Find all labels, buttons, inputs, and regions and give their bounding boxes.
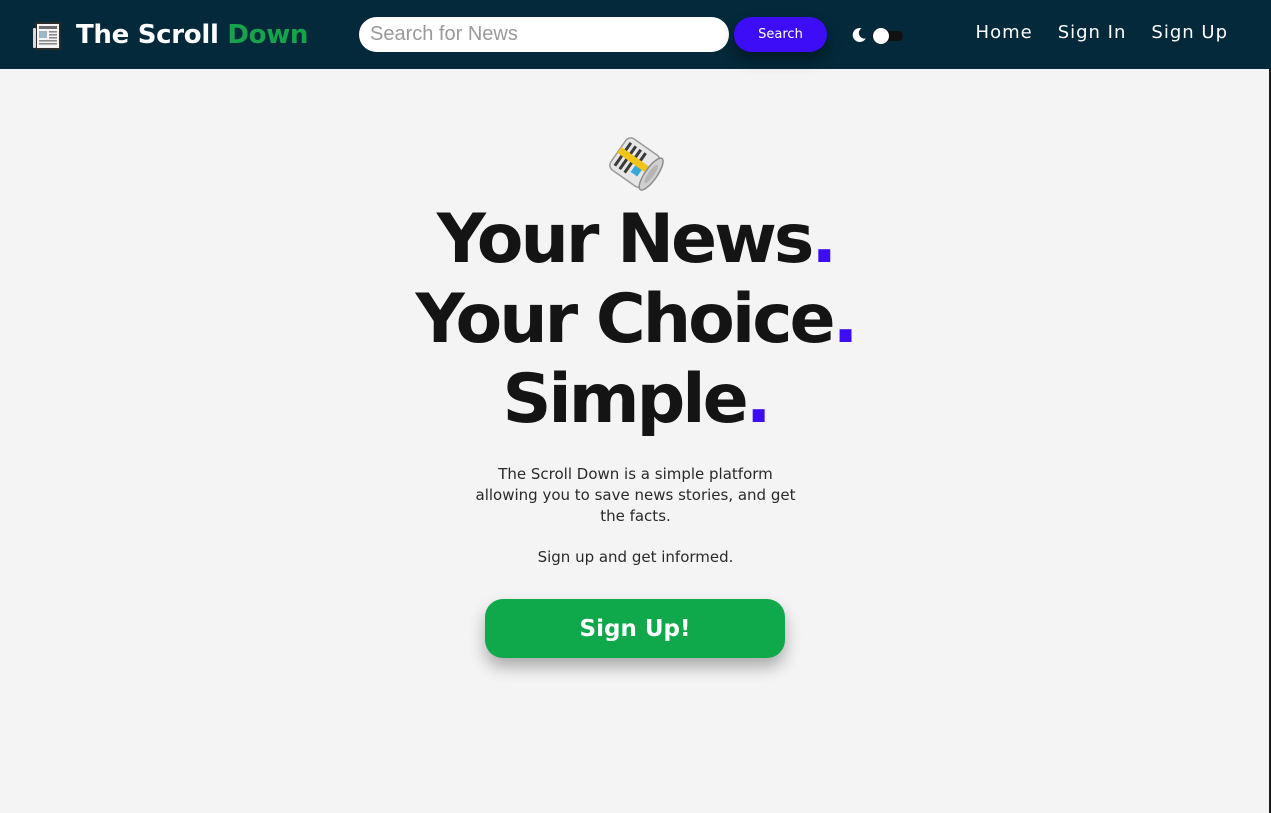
headline-line-2: Your Choice. — [0, 280, 1271, 360]
headline-line-1: Your News. — [0, 200, 1271, 280]
newspaper-icon — [33, 21, 61, 50]
headline-dot: . — [811, 200, 837, 279]
search-input[interactable] — [359, 17, 729, 52]
headline-line-3: Simple. — [0, 360, 1271, 440]
brand-title: The Scroll Down — [76, 20, 308, 50]
hero-description: The Scroll Down is a simple platform all… — [475, 465, 796, 525]
hero-cta-text: Sign up and get informed. — [537, 548, 734, 566]
brand-logo[interactable]: The Scroll Down — [32, 17, 308, 53]
headline-line-2-text: Your Choice — [415, 280, 836, 359]
nav-link-sign-in[interactable]: Sign In — [1058, 22, 1127, 43]
rolled-newspaper-icon — [609, 137, 664, 191]
brand-title-main: The Scroll — [76, 20, 219, 50]
nav-link-sign-up[interactable]: Sign Up — [1151, 22, 1228, 43]
nav-link-home[interactable]: Home — [976, 22, 1033, 43]
navbar: The Scroll Down Search Home Sign In Sign… — [0, 0, 1271, 69]
page: The Scroll Down Search Home Sign In Sign… — [0, 0, 1271, 813]
theme-toggle[interactable] — [850, 25, 906, 47]
search-button[interactable]: Search — [734, 17, 827, 52]
signup-button[interactable]: Sign Up! — [485, 599, 785, 658]
headline-dot: . — [745, 360, 772, 439]
toggle-knob[interactable] — [873, 28, 889, 44]
brand-title-accent: Down — [227, 20, 309, 50]
headline-line-1-text: Your News — [436, 200, 815, 279]
headline-line-3-text: Simple — [502, 360, 748, 439]
hero-headline: Your News. Your Choice. Simple. — [0, 200, 1271, 440]
nav-links: Home Sign In Sign Up — [976, 22, 1228, 43]
moon-icon — [852, 27, 866, 42]
headline-dot: . — [832, 280, 859, 359]
